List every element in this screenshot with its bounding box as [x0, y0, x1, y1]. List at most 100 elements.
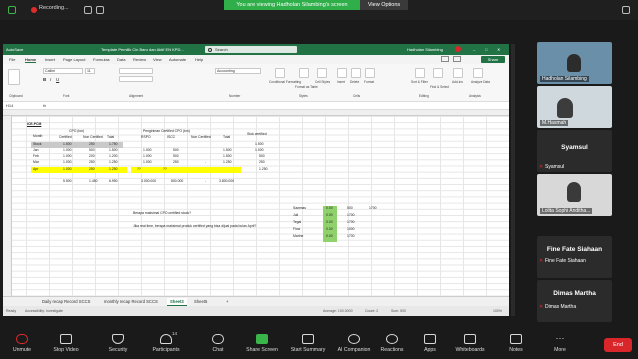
- cell-certified[interactable]: 1.000: [63, 160, 72, 165]
- menu-insert[interactable]: Insert: [45, 57, 55, 62]
- pause-icon[interactable]: [84, 6, 92, 14]
- menu-formulas[interactable]: Formulas: [93, 57, 110, 62]
- side-value[interactable]: 0.00: [326, 206, 333, 211]
- fullscreen-icon[interactable]: [622, 6, 630, 14]
- share-screen-button[interactable]: Share Screen: [240, 323, 284, 359]
- autosave-label[interactable]: AutoSave: [6, 47, 23, 52]
- minimize-icon[interactable]: –: [473, 47, 475, 52]
- comments-icon[interactable]: [441, 56, 449, 62]
- menu-view[interactable]: View: [153, 57, 162, 62]
- view-options-button[interactable]: View Options: [360, 0, 408, 10]
- cell-rspo[interactable]: 1.000: [143, 160, 152, 165]
- cell-stok[interactable]: 1.000: [255, 148, 264, 153]
- side-value[interactable]: 1700: [347, 220, 355, 225]
- cell-rspo[interactable]: 1.000: [143, 154, 152, 159]
- find-select-icon[interactable]: [433, 68, 443, 78]
- font-name-select[interactable]: Calibri: [43, 68, 83, 74]
- participant-tile[interactable]: Lolita Sophi Anditha...: [537, 174, 612, 216]
- cell-total[interactable]: 1.250: [109, 160, 118, 165]
- participant-tile[interactable]: Hadholan Silambing: [537, 42, 612, 84]
- cell-stok[interactable]: 500: [259, 154, 265, 159]
- side-label[interactable]: Juli: [293, 213, 298, 218]
- cell-rspo[interactable]: ??: [137, 167, 141, 172]
- font-size-select[interactable]: 11: [85, 68, 95, 74]
- cell-month[interactable]: Jan: [33, 148, 38, 153]
- cell-certified[interactable]: 1.000: [63, 167, 72, 172]
- bold-icon[interactable]: B: [43, 77, 46, 82]
- insert-cells-icon[interactable]: [337, 68, 347, 78]
- zoom-level[interactable]: 100%: [493, 309, 502, 313]
- participants-button[interactable]: 14 Participants: [144, 323, 188, 359]
- cell-certified[interactable]: 1.500: [63, 142, 72, 147]
- cell-total-certified[interactable]: 5.500: [63, 179, 72, 184]
- cell-stok[interactable]: 1.500: [255, 142, 264, 147]
- cell-total[interactable]: 1.750: [109, 142, 118, 147]
- cell-noncertified[interactable]: 200: [89, 154, 95, 159]
- cell-rspo[interactable]: 1.000: [143, 148, 152, 153]
- cell-styles-icon[interactable]: [317, 68, 327, 78]
- sort-filter-icon[interactable]: [415, 68, 425, 78]
- cell-month[interactable]: Mar: [33, 160, 39, 165]
- cell-total-rspo[interactable]: 3.000.000: [141, 179, 156, 184]
- whiteboards-button[interactable]: Whiteboards: [448, 323, 492, 359]
- cell-stok[interactable]: 1.250: [259, 167, 268, 172]
- side-value[interactable]: 1700: [347, 234, 355, 239]
- participant-tile[interactable]: Syamsul Syamsul ✕: [537, 130, 612, 172]
- cell-total[interactable]: 1.500: [109, 148, 118, 153]
- cell-total-2[interactable]: 1.250: [223, 160, 232, 165]
- menu-file[interactable]: File: [9, 57, 15, 62]
- accessibility-status[interactable]: Accessibility: Investigate: [25, 309, 63, 313]
- stop-icon[interactable]: [96, 6, 104, 14]
- format-cells-icon[interactable]: [365, 68, 375, 78]
- cell-noncertified-2[interactable]: -: [205, 160, 206, 165]
- side-label[interactable]: Flow: [293, 227, 300, 232]
- number-format-select[interactable]: Accounting: [215, 68, 261, 74]
- wrap-merge-icon[interactable]: [119, 76, 153, 82]
- tab-sheet3[interactable]: Sheet3: [167, 298, 187, 306]
- tab-sheet5[interactable]: Sheet5: [191, 298, 210, 306]
- side-value[interactable]: 0.00: [326, 213, 333, 218]
- add-sheet-icon[interactable]: +: [223, 298, 231, 306]
- share-button[interactable]: Share: [481, 56, 505, 63]
- cell-total-2[interactable]: 1.500: [223, 148, 232, 153]
- tab-daily-recap[interactable]: Daily recap Record SCCS: [39, 298, 93, 306]
- cell-iscc[interactable]: 250: [173, 160, 179, 165]
- participant-tile[interactable]: Fine Fate Siahaan Fine Fate Siahaan ✕: [537, 236, 612, 278]
- cell-total-2[interactable]: 1.500: [223, 154, 232, 159]
- side-value[interactable]: 1000: [347, 227, 355, 232]
- add-ins-icon[interactable]: [453, 68, 463, 78]
- stop-video-button[interactable]: Stop Video: [44, 323, 88, 359]
- apps-button[interactable]: Apps: [408, 323, 452, 359]
- end-meeting-button[interactable]: End: [604, 338, 632, 352]
- side-value[interactable]: 500: [347, 206, 353, 211]
- unmute-button[interactable]: Unmute: [0, 323, 44, 359]
- format-table-icon[interactable]: [299, 68, 309, 78]
- underline-icon[interactable]: U: [56, 77, 59, 82]
- cell-noncertified[interactable]: 250: [89, 160, 95, 165]
- side-label[interactable]: Tegal: [293, 220, 301, 225]
- menu-review[interactable]: Review: [133, 57, 146, 62]
- cell-total-nc[interactable]: -: [205, 179, 206, 184]
- shared-screen-scrollbar[interactable]: [511, 44, 515, 316]
- cell-total-noncertified[interactable]: 1.450: [89, 179, 98, 184]
- cell-total-shipment[interactable]: 3.800.000: [219, 179, 234, 184]
- cell-iscc[interactable]: 500: [173, 148, 179, 153]
- maximize-icon[interactable]: □: [485, 47, 487, 52]
- analyze-data-icon[interactable]: [473, 68, 483, 78]
- menu-automate[interactable]: Automate: [169, 57, 186, 62]
- search-box[interactable]: Search: [205, 46, 297, 53]
- start-summary-button[interactable]: Start Summary: [286, 323, 330, 359]
- delete-cells-icon[interactable]: [351, 68, 361, 78]
- cell-month[interactable]: Apr: [33, 167, 38, 172]
- more-button[interactable]: ··· More: [538, 323, 582, 359]
- side-value[interactable]: 0.00: [326, 234, 333, 239]
- participant-tile[interactable]: M.Hasmah: [537, 86, 612, 128]
- cell-total[interactable]: 1.200: [109, 154, 118, 159]
- cell-total[interactable]: 1.250: [109, 167, 118, 172]
- menu-help[interactable]: Help: [195, 57, 203, 62]
- cell-certified[interactable]: 1.000: [63, 148, 72, 153]
- side-label[interactable]: Marine: [293, 234, 303, 239]
- cell-certified[interactable]: 1.000: [63, 154, 72, 159]
- catch-up-icon[interactable]: [453, 56, 461, 62]
- avatar[interactable]: [455, 46, 461, 52]
